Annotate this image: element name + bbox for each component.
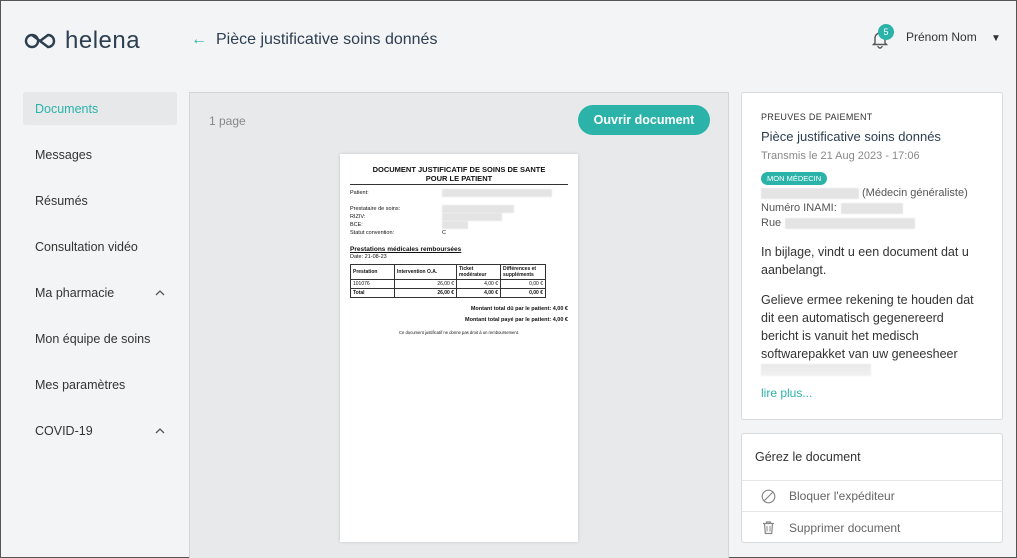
sidebar-item-label: Messages (35, 148, 92, 162)
document-details-card: PREUVES DE PAIEMENT Pièce justificative … (741, 92, 1003, 420)
redacted-field (840, 203, 903, 214)
read-more-link[interactable]: lire plus... (761, 386, 812, 400)
manage-title: Gérez le document (742, 434, 1002, 481)
total-paid: Montant total payé par le patient: 4,00 … (465, 317, 568, 323)
table-row: 101076 26,00 € 4,00 € 0,00 € (350, 279, 546, 289)
section-title: Prestations médicales remboursées (350, 246, 462, 253)
doctor-line: (Médecin généraliste) (761, 186, 983, 201)
user-name[interactable]: Prénom Nom (906, 30, 977, 44)
document-title: Pièce justificative soins donnés (761, 129, 941, 144)
transmitted-date: Transmis le 21 Aug 2023 - 17:06 (761, 150, 920, 162)
sidebar-item-summaries[interactable]: Résumés (23, 178, 177, 224)
table-header-row: Prestation Intervention O.A. Ticket modé… (350, 264, 546, 280)
document-title-line1: DOCUMENT JUSTIFICATIF DE SOINS DE SANTE (372, 165, 546, 174)
provider-row: Prestataire de soins: (350, 205, 568, 213)
column-header: Différences et suppléments (500, 264, 546, 280)
back-arrow-icon[interactable]: ← (191, 31, 207, 49)
chevron-up-icon[interactable] (155, 290, 165, 296)
street-line: Rue (761, 216, 983, 231)
table-cell: 26,00 € (394, 279, 457, 289)
logo-text: helena (65, 27, 141, 54)
sidebar-item-label: Mon équipe de soins (35, 332, 151, 346)
doctor-role: (Médecin généraliste) (862, 187, 968, 199)
notification-badge[interactable]: 5 (878, 24, 894, 40)
page-title: Pièce justificative soins donnés (216, 31, 438, 48)
delete-document-button[interactable]: Supprimer document (742, 512, 1002, 543)
table-cell: 4,00 € (456, 288, 501, 298)
redacted-field (442, 205, 514, 213)
table-cell: Total (350, 288, 395, 298)
message-text: Gelieve ermee rekening te houden dat dit… (761, 293, 974, 361)
statut-row: Statut convention: C (350, 229, 568, 237)
patient-label: Patient: (350, 190, 369, 196)
document-category: PREUVES DE PAIEMENT (761, 112, 873, 122)
table-cell: 26,00 € (394, 288, 457, 298)
block-sender-label: Bloquer l'expéditeur (789, 489, 895, 503)
statut-label: Statut convention: (350, 230, 395, 236)
table-cell: 0,00 € (500, 288, 546, 298)
column-header: Intervention O.A. (394, 264, 457, 280)
inami-line: Numéro INAMI: (761, 201, 983, 216)
sidebar-item-label: Documents (35, 101, 99, 116)
service-date: Date: 21-08-23 (350, 254, 387, 260)
sidebar-item-covid[interactable]: COVID-19 (23, 408, 177, 454)
chevron-up-icon[interactable] (155, 428, 165, 434)
helena-logo[interactable]: helena (23, 27, 140, 55)
table-cell: 4,00 € (456, 279, 501, 289)
sidebar-item-label: Résumés (35, 194, 88, 208)
app-header: helena ← Pièce justificative soins donné… (1, 1, 1016, 79)
sidebar-item-video-consultation[interactable]: Consultation vidéo (23, 224, 177, 270)
infinity-logo-icon (24, 33, 56, 49)
table-total-row: Total 26,00 € 4,00 € 0,00 € (350, 288, 546, 298)
sidebar-item-label: COVID-19 (35, 424, 93, 438)
block-icon (761, 489, 776, 503)
column-header: Prestation (350, 264, 395, 280)
table-cell: 0,00 € (500, 279, 546, 289)
delete-document-label: Supprimer document (789, 520, 901, 535)
bce-row: BCE: (350, 221, 568, 229)
document-note: Ce document justificatif ne donne pas dr… (398, 330, 520, 335)
street-label: Rue (761, 217, 782, 229)
sidebar-nav: Documents Messages Résumés Consultation … (23, 92, 177, 454)
inami-label: Numéro INAMI: (761, 202, 837, 214)
sender-tag: MON MÉDECIN (761, 172, 828, 185)
sidebar-item-care-team[interactable]: Mon équipe de soins (23, 316, 177, 362)
services-table: Prestation Intervention O.A. Ticket modé… (350, 264, 546, 298)
caret-down-icon[interactable]: ▼ (991, 33, 1001, 44)
redacted-field (442, 221, 468, 229)
block-sender-button[interactable]: Bloquer l'expéditeur (742, 481, 1002, 512)
provider-label: Prestataire de soins: (350, 206, 401, 212)
riziv-row: RIZIV: (350, 213, 568, 221)
riziv-label: RIZIV: (350, 214, 366, 220)
bce-label: BCE: (350, 222, 363, 228)
redacted-field (761, 188, 859, 199)
patient-row: Patient: (350, 189, 568, 197)
sidebar-item-pharmacy[interactable]: Ma pharmacie (23, 270, 177, 316)
statut-value: C (442, 230, 446, 236)
open-document-button[interactable]: Ouvrir document (578, 105, 710, 135)
column-header: Ticket modérateur (456, 264, 501, 280)
sidebar-item-label: Mes paramètres (35, 378, 126, 392)
sidebar-item-label: Consultation vidéo (35, 240, 138, 254)
manage-document-card: Gérez le document Bloquer l'expéditeur S… (741, 433, 1003, 543)
document-viewer: 1 page Ouvrir document DOCUMENT JUSTIFIC… (189, 92, 729, 558)
redacted-field (785, 218, 916, 229)
sidebar-item-messages[interactable]: Messages (23, 132, 177, 178)
page-count: 1 page (209, 114, 246, 128)
table-cell: 101076 (350, 279, 395, 289)
trash-icon (763, 521, 774, 535)
total-due: Montant total dû par le patient: 4,00 € (470, 306, 568, 312)
sidebar-item-settings[interactable]: Mes paramètres (23, 362, 177, 408)
document-title-line2: POUR LE PATIENT (425, 174, 493, 183)
sidebar-item-documents[interactable]: Documents (23, 92, 177, 125)
divider (350, 184, 568, 185)
redacted-field (442, 213, 502, 221)
message-paragraph: In bijlage, vindt u een document dat u a… (761, 245, 969, 277)
document-preview[interactable]: DOCUMENT JUSTIFICATIF DE SOINS DE SANTE … (340, 154, 578, 542)
redacted-field (442, 189, 552, 197)
sidebar-item-label: Ma pharmacie (35, 286, 115, 300)
